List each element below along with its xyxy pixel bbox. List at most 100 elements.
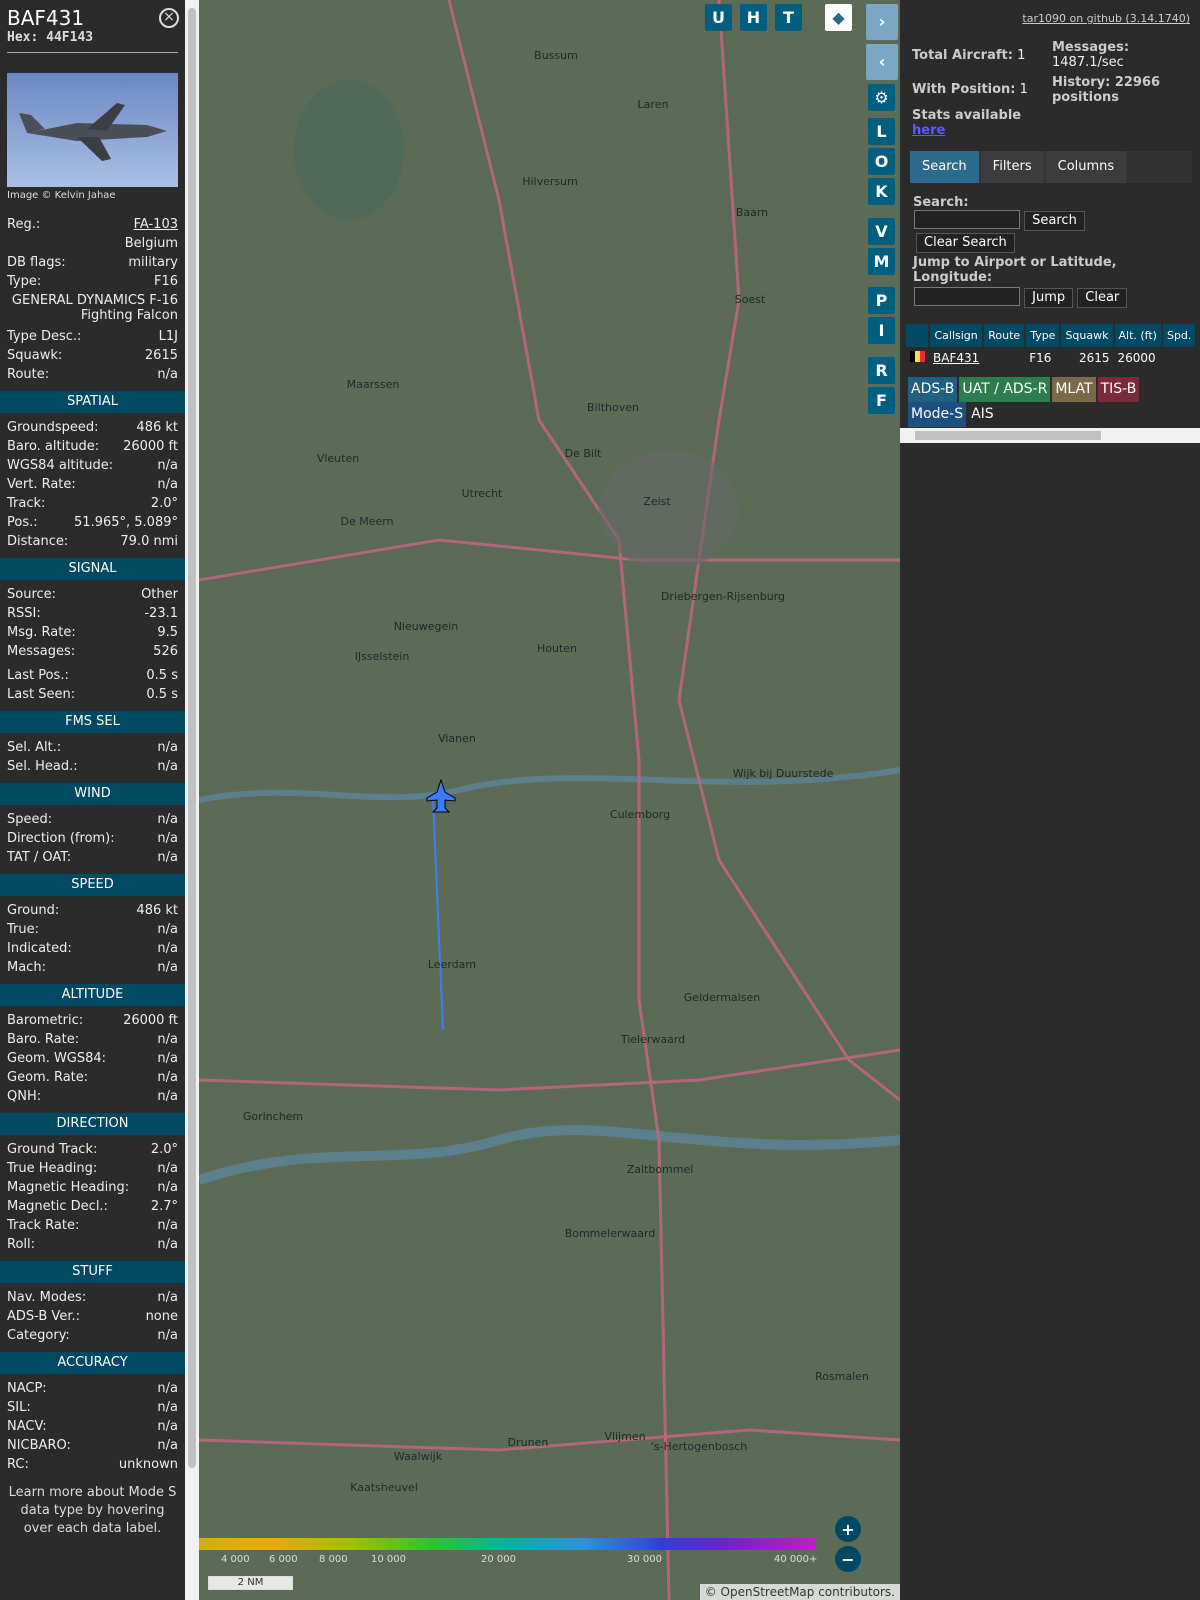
detail-value: 486 kt <box>136 903 178 918</box>
detail-row: Track Rate: n/a <box>0 1216 185 1235</box>
zoom-in-icon[interactable]: + <box>835 1516 861 1542</box>
detail-row: Barometric: 26000 ft <box>0 1011 185 1030</box>
squawk: 2615 <box>144 348 178 363</box>
scale-label: 30 000 <box>627 1554 662 1565</box>
legend-uat[interactable]: UAT / ADS-R <box>959 377 1051 402</box>
map-side-button[interactable]: V <box>868 218 895 245</box>
place-label: Utrecht <box>462 487 503 500</box>
place-label: Gorinchem <box>243 1110 303 1123</box>
tab-filters[interactable]: Filters <box>980 151 1044 183</box>
detail-row: WGS84 altitude: n/a <box>0 456 185 475</box>
detail-value: n/a <box>157 1070 178 1085</box>
search-input[interactable] <box>914 210 1020 229</box>
urban-utrecht <box>599 450 739 570</box>
jump-input[interactable] <box>914 287 1020 306</box>
map-canvas[interactable]: Hilversum Utrecht Nieuwegein IJsselstein Hou… <box>199 0 900 1600</box>
detail-label: True: <box>7 922 39 937</box>
scrollbar-thumb[interactable] <box>188 8 196 1468</box>
detail-row: Speed: n/a <box>0 810 185 829</box>
legend-ais[interactable]: AIS <box>968 402 997 427</box>
detail-value: n/a <box>157 1218 178 1233</box>
detail-row: NACV: n/a <box>0 1417 185 1436</box>
zoom-out-icon[interactable]: − <box>835 1546 861 1572</box>
detail-value: 526 <box>153 644 178 659</box>
row-callsign[interactable]: BAF431 <box>929 347 983 369</box>
map-button-t[interactable]: T <box>775 4 802 31</box>
map-button-h[interactable]: H <box>740 4 767 31</box>
messages-value: 1487.1/sec <box>1052 55 1124 70</box>
map-side-button[interactable]: I <box>868 317 895 344</box>
clear-search-button[interactable]: Clear Search <box>916 233 1015 253</box>
place-label: Houten <box>537 642 577 655</box>
search-button[interactable]: Search <box>1024 211 1085 231</box>
section-fms: FMS SEL <box>0 711 185 733</box>
section-signal: SIGNAL <box>0 558 185 580</box>
col-spd[interactable]: Spd. <box>1161 324 1198 347</box>
place-label: Laren <box>638 98 669 111</box>
table-scrollbar-thumb[interactable] <box>915 431 1101 440</box>
scale-label: 6 000 <box>269 1554 298 1565</box>
section-altitude: ALTITUDE <box>0 984 185 1006</box>
col-alt[interactable]: Alt. (ft) <box>1113 324 1163 347</box>
detail-label: Geom. Rate: <box>7 1070 89 1085</box>
detail-value: n/a <box>157 1032 178 1047</box>
detail-row: Messages: 526 <box>0 642 185 661</box>
detail-label: Mach: <box>7 960 46 975</box>
col-type[interactable]: Type <box>1025 324 1062 347</box>
map-side-button[interactable]: O <box>868 148 895 175</box>
settings-gear-icon[interactable]: ⚙ <box>868 84 895 111</box>
col-squawk[interactable]: Squawk <box>1060 324 1115 347</box>
legend-adsb[interactable]: ADS-B <box>908 377 958 402</box>
lakes <box>294 80 404 220</box>
collapse-left-icon[interactable]: ‹ <box>866 44 898 80</box>
map-side-button[interactable]: L <box>868 118 895 145</box>
map-side-button[interactable]: F <box>868 387 895 414</box>
detail-row: Baro. Rate: n/a <box>0 1030 185 1049</box>
place-label: Bussum <box>534 49 578 62</box>
right-panel: tar1090 on github (3.14.1740) Total Airc… <box>900 0 1200 1600</box>
close-icon[interactable]: × <box>159 8 179 28</box>
detail-value: 486 kt <box>136 420 178 435</box>
map-side-button[interactable]: M <box>868 248 895 275</box>
legend-modes[interactable]: Mode-S <box>908 402 967 427</box>
details-scrollbar[interactable] <box>185 0 199 1600</box>
search-label: Search: <box>913 195 969 210</box>
place-label: IJsselstein <box>355 650 410 663</box>
aircraft-details-panel: BAF431 Hex: 44F143 × Image © Kelvin Jaha… <box>0 0 185 1600</box>
map-button-u[interactable]: U <box>705 4 732 31</box>
tab-columns[interactable]: Columns <box>1045 151 1127 183</box>
altitude-color-scale <box>199 1538 816 1550</box>
divider <box>7 52 178 53</box>
legend-tisb[interactable]: TIS-B <box>1097 377 1140 402</box>
map-attribution: © OpenStreetMap contributors. <box>699 1584 900 1600</box>
table-scrollbar[interactable] <box>900 428 1200 443</box>
detail-value: n/a <box>157 922 178 937</box>
reg-link[interactable]: FA-103 <box>134 215 178 234</box>
jump-button[interactable]: Jump <box>1024 288 1074 308</box>
dbflags: military <box>128 255 178 270</box>
stats-link[interactable]: here <box>912 123 1021 138</box>
layers-icon[interactable]: ◆ <box>825 4 852 31</box>
legend-mlat[interactable]: MLAT <box>1052 377 1096 402</box>
jump-clear-button[interactable]: Clear <box>1077 288 1128 308</box>
col-callsign[interactable]: Callsign <box>929 324 985 347</box>
flag-header <box>906 324 930 347</box>
typedesc: L1J <box>158 329 178 344</box>
details-header: BAF431 Hex: 44F143 × <box>0 0 185 52</box>
detail-label: Track Rate: <box>7 1218 80 1233</box>
row-type: F16 <box>1029 351 1052 365</box>
col-route[interactable]: Route <box>983 324 1027 347</box>
map[interactable]: Hilversum Utrecht Nieuwegein IJsselstein Hou… <box>199 0 900 1600</box>
tab-search[interactable]: Search <box>910 151 979 183</box>
detail-row: Geom. WGS84: n/a <box>0 1049 185 1068</box>
expand-right-icon[interactable]: › <box>866 4 898 40</box>
table-row[interactable]: BAF431 F16 2615 26000 <box>906 347 1196 369</box>
aircraft-marker-icon[interactable] <box>426 778 456 813</box>
river-waal <box>199 1125 900 1185</box>
detail-value: n/a <box>157 1400 178 1415</box>
photo-credit: Image © Kelvin Jahae <box>7 190 116 201</box>
map-side-button[interactable]: K <box>868 178 895 205</box>
map-side-button[interactable]: P <box>868 287 895 314</box>
map-side-button[interactable]: R <box>868 357 895 384</box>
aircraft-photo[interactable] <box>7 73 178 187</box>
